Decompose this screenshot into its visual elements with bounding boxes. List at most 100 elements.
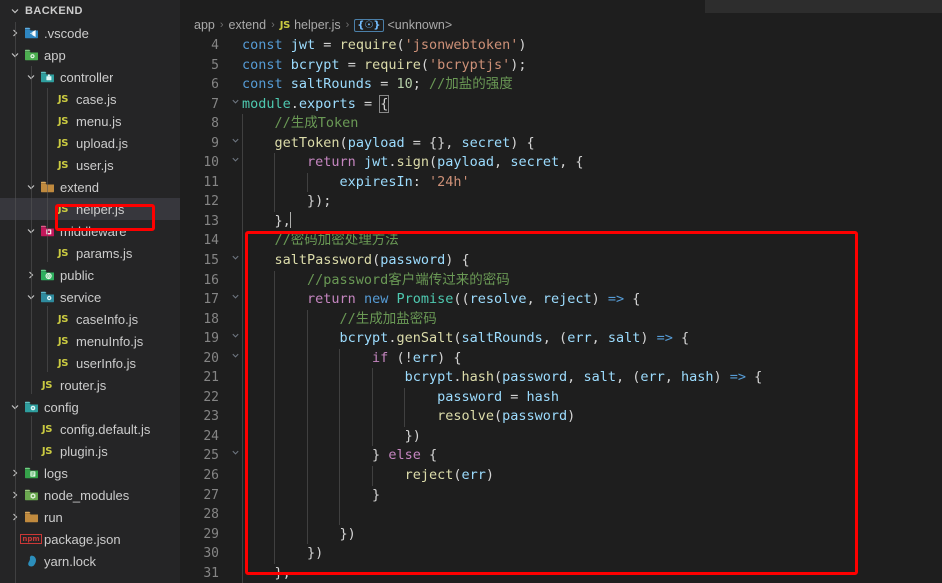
tree-item-label: case.js	[76, 91, 117, 107]
line-number: 27	[203, 487, 219, 503]
code-line[interactable]: 6 const saltRounds = 10; //加盐的强度	[180, 75, 942, 95]
code-text: return jwt.sign(payload, secret, {	[307, 154, 584, 171]
code-line[interactable]: 30 })	[180, 544, 942, 564]
code-line[interactable]: 14 //密码加密处理方法	[180, 231, 942, 252]
code-text: getToken(payload = {}, secret) {	[274, 134, 535, 151]
fold-chevron-icon[interactable]	[228, 446, 242, 466]
fold-chevron-icon[interactable]	[228, 95, 242, 115]
tree-item-middleware[interactable]: middleware	[0, 220, 180, 242]
code-indent-guide	[242, 270, 243, 291]
breadcrumb-item-extend[interactable]: extend	[229, 18, 267, 32]
code-line[interactable]: 4 const jwt = require('jsonwebtoken')	[180, 36, 942, 56]
code-line[interactable]: 12 });	[180, 192, 942, 212]
code-line[interactable]: 27 }	[180, 485, 942, 506]
code-indent-guide	[274, 290, 276, 310]
line-number: 28	[203, 507, 219, 523]
code-line[interactable]: 21 bcrypt.hash(password, salt, (err, has…	[180, 368, 942, 388]
code-line[interactable]: 9 getToken(payload = {}, secret) {	[180, 133, 942, 154]
code-line[interactable]: 22 password = hash	[180, 387, 942, 408]
tree-item-upload-js[interactable]: JS upload.js	[0, 132, 180, 154]
code-line[interactable]: 5 const bcrypt = require('bcryptjs');	[180, 56, 942, 76]
fold-chevron-icon[interactable]	[228, 251, 242, 271]
tree-item-user-js[interactable]: JS user.js	[0, 154, 180, 176]
line-number: 18	[203, 311, 219, 327]
tree-item-extend[interactable]: extend	[0, 176, 180, 198]
tree-item-userinfo-js[interactable]: JS userInfo.js	[0, 352, 180, 374]
tree-item-service[interactable]: service	[0, 286, 180, 308]
code-line[interactable]: 24 })	[180, 426, 942, 447]
breadcrumb-item-helper[interactable]: helper.js	[294, 18, 341, 32]
code-line[interactable]: 15 saltPassword(password) {	[180, 251, 942, 271]
code-indent-guide	[242, 524, 243, 545]
public-folder-icon	[38, 268, 56, 282]
tree-item-config[interactable]: config	[0, 396, 180, 418]
tree-item-run[interactable]: run	[0, 506, 180, 528]
code-editor[interactable]: 4 const jwt = require('jsonwebtoken') 5 con…	[180, 36, 942, 583]
tree-item-caseinfo-js[interactable]: JS caseInfo.js	[0, 308, 180, 330]
explorer-root-header[interactable]: BACKEND	[0, 0, 180, 22]
fold-chevron-icon[interactable]	[228, 349, 242, 369]
code-indent-guide	[306, 524, 308, 545]
fold-chevron-icon[interactable]	[228, 134, 242, 154]
tree-item-node-modules[interactable]: node_modules	[0, 484, 180, 506]
code-indent-guide	[339, 348, 341, 369]
breadcrumb-item-unknown[interactable]: <unknown>	[388, 18, 453, 32]
tree-item--vscode[interactable]: .vscode	[0, 22, 180, 44]
line-number: 29	[203, 526, 219, 542]
tree-item-menuinfo-js[interactable]: JS menuInfo.js	[0, 330, 180, 352]
fold-chevron-icon[interactable]	[228, 290, 242, 310]
code-line[interactable]: 23 resolve(password)	[180, 407, 942, 427]
code-indent-guide	[306, 485, 308, 506]
chevron-down-icon[interactable]	[8, 6, 22, 16]
code-indent-guide	[242, 192, 243, 212]
tree-item-controller[interactable]: controller	[0, 66, 180, 88]
fold-chevron-icon[interactable]	[228, 153, 242, 173]
breadcrumb-item-app[interactable]: app	[194, 18, 215, 32]
code-indent-guide	[404, 407, 406, 427]
code-line[interactable]: 11 expiresIn: '24h'	[180, 172, 942, 193]
code-line[interactable]: 29 })	[180, 524, 942, 545]
tab-strip-left[interactable]	[705, 0, 942, 13]
tree-item-menu-js[interactable]: JS menu.js	[0, 110, 180, 132]
code-line[interactable]: 18 //生成加盐密码	[180, 309, 942, 330]
tree-item-app[interactable]: app	[0, 44, 180, 66]
code-line[interactable]: 17 return new Promise((resolve, reject) …	[180, 290, 942, 310]
code-line[interactable]: 25 } else {	[180, 446, 942, 467]
tree-item-case-js[interactable]: JS case.js	[0, 88, 180, 110]
code-line[interactable]: 31 },	[180, 563, 942, 583]
code-line[interactable]: 26 reject(err)	[180, 466, 942, 486]
code-line[interactable]: 13 },	[180, 211, 942, 232]
code-text: const jwt = require('jsonwebtoken')	[242, 37, 527, 53]
code-line[interactable]: 19 bcrypt.genSalt(saltRounds, (err, salt…	[180, 329, 942, 349]
line-number: 20	[203, 350, 219, 366]
code-text: if (!err) {	[372, 349, 462, 366]
tree-item-public[interactable]: public	[0, 264, 180, 286]
code-line[interactable]: 28	[180, 505, 942, 525]
code-indent-guide	[274, 446, 276, 467]
code-indent-guide	[242, 251, 243, 271]
code-indent-guide	[242, 309, 243, 330]
code-line[interactable]: 10 return jwt.sign(payload, secret, {	[180, 153, 942, 173]
tree-item-helper-js[interactable]: JS helper.js	[0, 198, 180, 220]
app-folder-icon	[22, 48, 40, 62]
fold-chevron-icon[interactable]	[228, 329, 242, 349]
indent-guide	[47, 306, 48, 372]
tree-item-config-default-js[interactable]: JS config.default.js	[0, 418, 180, 440]
tree-item-yarn-lock[interactable]: yarn.lock	[0, 550, 180, 572]
tree-item-package-json[interactable]: npm package.json	[0, 528, 180, 550]
tree-item-label: public	[60, 267, 94, 283]
line-number: 4	[211, 38, 219, 53]
code-line[interactable]: 16 //password客户端传过来的密码	[180, 270, 942, 291]
npm-file-icon: npm	[20, 534, 42, 544]
indent-guide	[15, 22, 16, 583]
code-indent-guide	[242, 466, 243, 486]
tree-item-plugin-js[interactable]: JS plugin.js	[0, 440, 180, 462]
code-indent-guide	[274, 348, 276, 369]
js-file-icon: JS	[57, 357, 69, 369]
tree-item-router-js[interactable]: JS router.js	[0, 374, 180, 396]
code-line[interactable]: 7 module.exports = {	[180, 94, 942, 115]
code-line[interactable]: 20 if (!err) {	[180, 348, 942, 369]
tree-item-params-js[interactable]: JS params.js	[0, 242, 180, 264]
tree-item-logs[interactable]: logs	[0, 462, 180, 484]
code-line[interactable]: 8 //生成Token	[180, 114, 942, 134]
